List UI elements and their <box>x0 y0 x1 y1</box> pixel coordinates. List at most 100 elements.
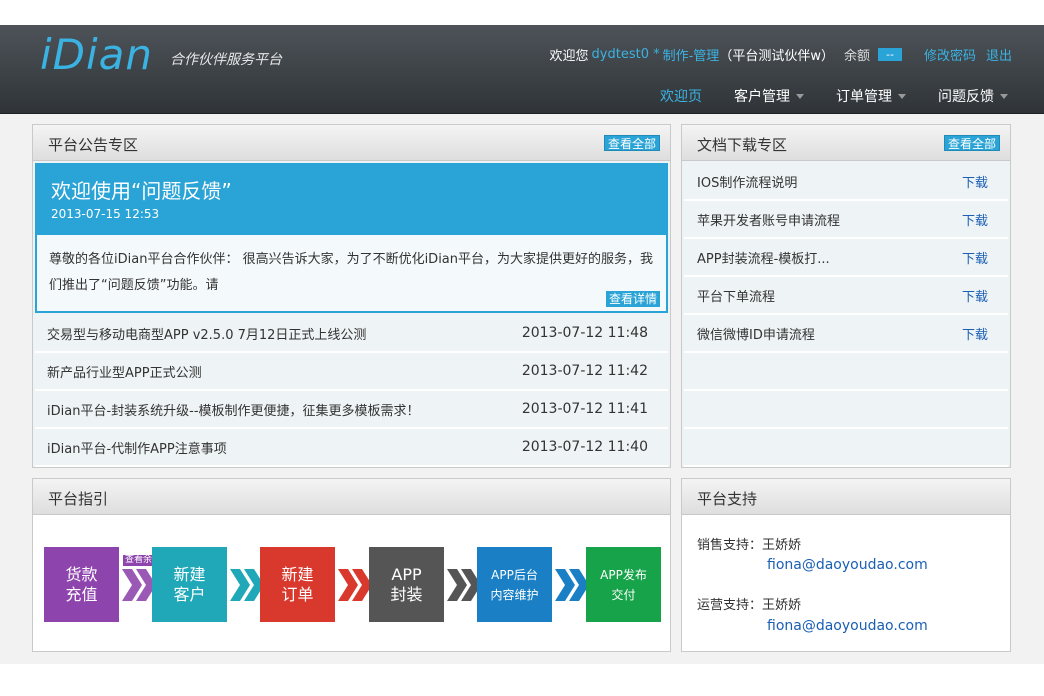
featured-notice-header: 欢迎使用“问题反馈” 2013-07-15 12:53 <box>37 165 666 235</box>
ops-support-label: 运营支持：王娇娇 <box>697 598 802 613</box>
top-gap <box>0 0 1044 25</box>
notice-title[interactable]: 交易型与移动电商型APP v2.5.0 7月12日正式上线公测 <box>47 324 366 343</box>
change-password-link[interactable]: 修改密码 <box>924 45 976 64</box>
step-line2: 交付 <box>611 587 636 602</box>
nav-welcome-label: 欢迎页 <box>660 89 702 105</box>
featured-notice-title[interactable]: 欢迎使用“问题反馈” <box>51 175 232 204</box>
nav-orders[interactable]: 订单管理 <box>836 86 906 106</box>
welcome-prefix: 欢迎您 <box>549 49 589 64</box>
step-line2: 封装 <box>390 584 423 604</box>
guide-panel-header: 平台指引 <box>33 479 670 515</box>
docs-panel-title: 文档下载专区 <box>697 136 788 154</box>
support-panel-header: 平台支持 <box>682 479 1010 515</box>
download-link[interactable]: 下载 <box>962 286 988 305</box>
notice-panel-header: 平台公告专区 查看全部 <box>33 125 670 161</box>
doc-title: APP封装流程-模板打... <box>697 251 830 267</box>
step-line2: 充值 <box>65 584 98 604</box>
notice-title[interactable]: 新产品行业型APP正式公测 <box>47 362 202 381</box>
guide-panel: 平台指引 货款 充值 查看余额 新建 客户 新建 订单 APP 封装 APP后台… <box>32 478 671 652</box>
docs-panel: 文档下载专区 查看全部 IOS制作流程说明 下载 苹果开发者账号申请流程 下载 … <box>681 124 1011 468</box>
step-line1: APP后台 <box>491 567 538 582</box>
user-org: （平台测试伙伴w） <box>719 49 834 64</box>
nav-customer-label: 客户管理 <box>734 89 790 105</box>
docs-panel-header: 文档下载专区 查看全部 <box>682 125 1010 161</box>
step-app-package[interactable]: APP 封装 <box>369 547 444 622</box>
download-link[interactable]: 下载 <box>962 210 988 229</box>
balance-value[interactable]: -- <box>877 48 902 61</box>
list-item[interactable]: 交易型与移动电商型APP v2.5.0 7月12日正式上线公测 2013-07-… <box>35 315 668 353</box>
list-item[interactable]: 新产品行业型APP正式公测 2013-07-12 11:42 <box>35 353 668 391</box>
list-item: 苹果开发者账号申请流程 下载 <box>684 201 1008 239</box>
doc-title: IOS制作流程说明 <box>697 175 798 191</box>
list-item: 平台下单流程 下载 <box>684 277 1008 315</box>
double-arrow-icon <box>230 569 264 601</box>
empty-row <box>684 429 1008 467</box>
featured-notice-body: 尊敬的各位iDian平台合作伙伴： 很高兴告诉大家，为了不断优化iDian平台，… <box>49 252 654 293</box>
double-arrow-icon <box>122 569 156 601</box>
list-item: IOS制作流程说明 下载 <box>684 163 1008 201</box>
notice-title[interactable]: iDian平台-代制作APP注意事项 <box>47 438 227 457</box>
support-panel-title: 平台支持 <box>697 490 758 508</box>
nav-feedback-label: 问题反馈 <box>938 89 994 105</box>
nav-feedback[interactable]: 问题反馈 <box>938 86 1008 106</box>
nav-orders-label: 订单管理 <box>836 89 892 105</box>
guide-flow: 货款 充值 查看余额 新建 客户 新建 订单 APP 封装 APP后台 内容维护… <box>44 547 664 622</box>
ops-support-email[interactable]: fiona@daoyoudao.com <box>767 618 928 634</box>
sales-support-label: 销售支持：王娇娇 <box>697 538 802 553</box>
list-item[interactable]: iDian平台-封装系统升级--模板制作更便捷，征集更多模板需求！ 2013-0… <box>35 391 668 429</box>
notice-date: 2013-07-12 11:41 <box>521 401 648 417</box>
step-line2: 客户 <box>173 584 206 604</box>
step-new-order[interactable]: 新建 订单 <box>260 547 335 622</box>
featured-notice[interactable]: 欢迎使用“问题反馈” 2013-07-15 12:53 尊敬的各位iDian平台… <box>35 163 668 313</box>
step-new-customer[interactable]: 新建 客户 <box>152 547 227 622</box>
step-line1: 新建 <box>281 564 314 584</box>
docs-view-all-button[interactable]: 查看全部 <box>943 135 1000 151</box>
user-bar: 欢迎您 dydtest0 * 制作-管理 （平台测试伙伴w） 余额 -- 修改密… <box>550 45 1012 64</box>
step-app-release[interactable]: APP发布 交付 <box>586 547 661 622</box>
empty-row <box>684 353 1008 391</box>
download-link[interactable]: 下载 <box>962 324 988 343</box>
list-item[interactable]: iDian平台-代制作APP注意事项 2013-07-12 11:40 <box>35 429 668 467</box>
step-recharge[interactable]: 货款 充值 <box>44 547 119 622</box>
double-arrow-icon <box>447 569 481 601</box>
notice-date: 2013-07-12 11:42 <box>521 363 648 379</box>
main-nav: 欢迎页 客户管理 订单管理 问题反馈 <box>628 86 1008 106</box>
step-line1: APP发布 <box>600 567 647 582</box>
doc-title: 微信微博ID申请流程 <box>697 327 815 343</box>
nav-customer[interactable]: 客户管理 <box>734 86 804 106</box>
double-arrow-icon <box>555 569 589 601</box>
download-link[interactable]: 下载 <box>962 248 988 267</box>
notice-date: 2013-07-12 11:40 <box>521 439 648 455</box>
notice-view-all-button[interactable]: 查看全部 <box>603 135 660 151</box>
step-app-backend[interactable]: APP后台 内容维护 <box>477 547 552 622</box>
step-line1: 新建 <box>173 564 206 584</box>
step-line2: 订单 <box>281 584 314 604</box>
download-link[interactable]: 下载 <box>962 172 988 191</box>
empty-row <box>684 391 1008 429</box>
step-line1: 货款 <box>65 564 98 584</box>
header: iDian 合作伙伴服务平台 欢迎您 dydtest0 * 制作-管理 （平台测… <box>0 25 1044 114</box>
docs-list: IOS制作流程说明 下载 苹果开发者账号申请流程 下载 APP封装流程-模板打.… <box>684 163 1008 467</box>
footer-space <box>0 664 1044 696</box>
view-detail-button[interactable]: 查看详情 <box>605 291 660 307</box>
balance-label: 余额 <box>843 49 870 64</box>
step-line1: APP <box>391 564 422 584</box>
logout-link[interactable]: 退出 <box>986 45 1012 64</box>
user-role: 制作-管理 <box>662 49 720 64</box>
double-arrow-icon <box>338 569 372 601</box>
chevron-down-icon <box>796 93 804 99</box>
logo[interactable]: iDian <box>40 30 153 79</box>
logo-subtitle: 合作伙伴服务平台 <box>170 52 282 68</box>
step-line2: 内容维护 <box>490 587 539 602</box>
nav-welcome[interactable]: 欢迎页 <box>660 86 702 106</box>
sales-support-email[interactable]: fiona@daoyoudao.com <box>767 557 928 573</box>
chevron-down-icon <box>1000 93 1008 99</box>
notice-title[interactable]: iDian平台-封装系统升级--模板制作更便捷，征集更多模板需求！ <box>47 400 420 419</box>
list-item: 微信微博ID申请流程 下载 <box>684 315 1008 353</box>
notice-list: 交易型与移动电商型APP v2.5.0 7月12日正式上线公测 2013-07-… <box>35 315 668 467</box>
featured-notice-time: 2013-07-15 12:53 <box>51 207 160 221</box>
chevron-down-icon <box>898 93 906 99</box>
guide-panel-title: 平台指引 <box>48 490 109 508</box>
username: dydtest0 * <box>591 47 660 62</box>
list-item: APP封装流程-模板打... 下载 <box>684 239 1008 277</box>
